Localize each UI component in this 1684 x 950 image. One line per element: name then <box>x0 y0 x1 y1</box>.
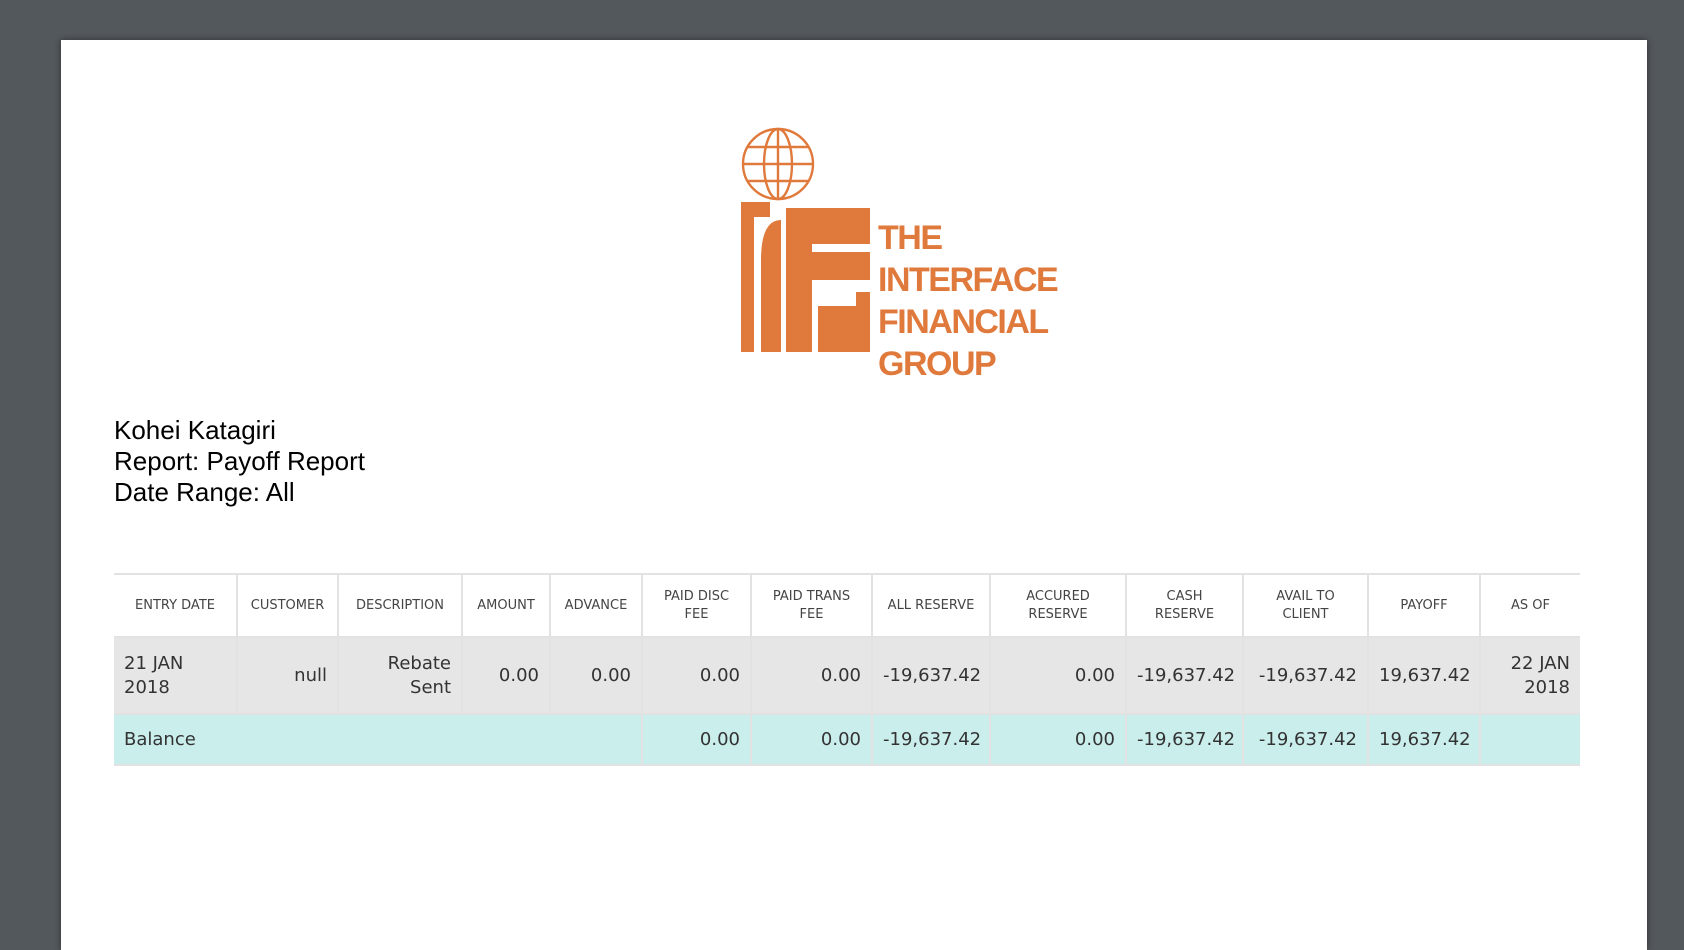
balance-paid-disc-fee: 0.00 <box>641 713 752 766</box>
balance-paid-trans-fee: 0.00 <box>750 713 873 766</box>
cell-amount: 0.00 <box>461 636 551 715</box>
cell-as-of: 22 JAN 2018 <box>1479 636 1580 715</box>
table-row: 21 JAN 2018 null Rebate Sent 0.00 0.00 0.0… <box>114 636 1580 715</box>
header-payoff[interactable]: PAYOFF <box>1367 573 1481 638</box>
header-as-of[interactable]: AS OF <box>1479 573 1580 638</box>
balance-label: Balance <box>114 713 643 766</box>
header-entry-date[interactable]: ENTRY DATE <box>114 573 238 638</box>
header-accured-reserve[interactable]: ACCURED RESERVE <box>989 573 1127 638</box>
cell-paid-trans-fee: 0.00 <box>750 636 873 715</box>
logo-line: GROUP <box>878 345 997 383</box>
cell-avail-to-client: -19,637.42 <box>1242 636 1369 715</box>
cell-all-reserve: -19,637.42 <box>871 636 991 715</box>
header-customer[interactable]: CUSTOMER <box>236 573 339 638</box>
header-cash-reserve[interactable]: CASH RESERVE <box>1125 573 1244 638</box>
balance-cash-reserve: -19,637.42 <box>1125 713 1244 766</box>
logo-line: INTERFACE <box>878 261 1059 299</box>
balance-payoff: 19,637.42 <box>1367 713 1481 766</box>
cell-cash-reserve: -19,637.42 <box>1125 636 1244 715</box>
cell-advance: 0.00 <box>549 636 643 715</box>
header-paid-disc-fee[interactable]: PAID DISC FEE <box>641 573 752 638</box>
cell-customer: null <box>236 636 339 715</box>
balance-avail-to-client: -19,637.42 <box>1242 713 1369 766</box>
logo-line: THE <box>878 219 943 257</box>
company-name: THE INTERFACE FINANCIAL GROUP <box>878 217 1059 385</box>
report-page: THE INTERFACE FINANCIAL GROUP Kohei Kata… <box>61 40 1647 950</box>
header-advance[interactable]: ADVANCE <box>549 573 643 638</box>
cell-entry-date: 21 JAN 2018 <box>114 636 238 715</box>
cell-paid-disc-fee: 0.00 <box>641 636 752 715</box>
header-all-reserve[interactable]: ALL RESERVE <box>871 573 991 638</box>
cell-payoff: 19,637.42 <box>1367 636 1481 715</box>
cell-accured-reserve: 0.00 <box>989 636 1127 715</box>
header-description[interactable]: DESCRIPTION <box>337 573 463 638</box>
balance-accured-reserve: 0.00 <box>989 713 1127 766</box>
header-avail-to-client[interactable]: AVAIL TO CLIENT <box>1242 573 1369 638</box>
balance-row: Balance 0.00 0.00 -19,637.42 0.00 -19,63… <box>114 713 1580 766</box>
logo-line: FINANCIAL <box>878 303 1049 341</box>
balance-all-reserve: -19,637.42 <box>871 713 991 766</box>
report-info: Kohei Katagiri Report: Payoff Report Dat… <box>114 415 365 508</box>
date-range: Date Range: All <box>114 477 295 507</box>
table-header-row: ENTRY DATE CUSTOMER DESCRIPTION AMOUNT A… <box>114 573 1580 638</box>
header-paid-trans-fee[interactable]: PAID TRANS FEE <box>750 573 873 638</box>
payoff-table: ENTRY DATE CUSTOMER DESCRIPTION AMOUNT A… <box>114 573 1580 766</box>
balance-as-of <box>1479 713 1580 766</box>
company-logo: THE INTERFACE FINANCIAL GROUP <box>729 92 1129 385</box>
header-amount[interactable]: AMOUNT <box>461 573 551 638</box>
client-name: Kohei Katagiri <box>114 415 276 445</box>
cell-description: Rebate Sent <box>337 636 463 715</box>
report-type: Report: Payoff Report <box>114 446 365 476</box>
